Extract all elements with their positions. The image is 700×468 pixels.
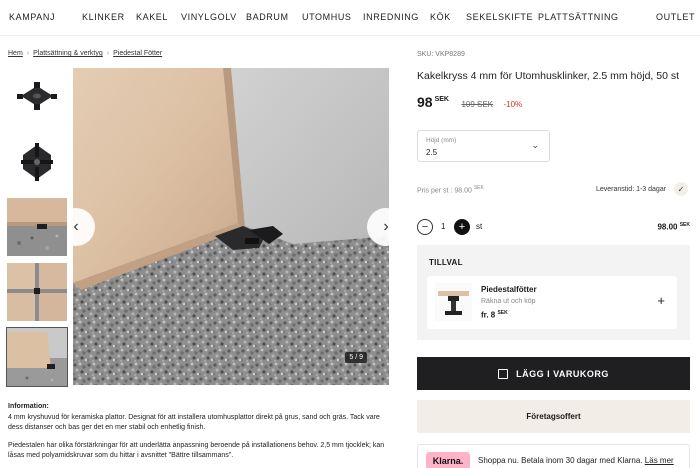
line-total-value: 98.00	[657, 222, 678, 232]
klarna-read-more-link[interactable]: Läs mer	[645, 456, 674, 465]
top-navigation: KAMPANJ KLINKER KAKEL VINYLGOLV BADRUM U…	[0, 0, 700, 36]
chevron-right-icon: ›	[26, 50, 30, 57]
plus-icon[interactable]: +	[657, 293, 665, 308]
minus-icon: −	[421, 220, 429, 233]
height-select[interactable]: Höjd (mm) 2.5 ⌄	[417, 130, 550, 162]
delivery-time: Leveranstid: 1-3 dagar	[596, 186, 667, 193]
height-select-value: 2.5	[426, 148, 438, 157]
thumbnail-3[interactable]	[7, 198, 67, 256]
add-to-cart-button[interactable]: LÄGG I VARUKORG	[417, 357, 690, 390]
thumbnail-4[interactable]	[7, 263, 67, 321]
breadcrumb-home[interactable]: Hem	[8, 50, 23, 57]
price-per-unit-currency: SEK	[473, 185, 484, 191]
image-counter: 5 / 9	[345, 352, 367, 363]
price-currency: SEK	[434, 96, 449, 103]
business-quote-label: Företagsoffert	[526, 412, 581, 421]
addon-price: fr. 8 SEK	[481, 310, 508, 320]
current-price: 98	[417, 94, 433, 110]
description-paragraph-1: 4 mm kryshuvud för keramiska plattor. De…	[8, 414, 380, 431]
description-paragraph-2: Piedestalen har olika förstärkningar för…	[8, 442, 385, 459]
nav-item-inredning[interactable]: INREDNING	[363, 12, 419, 22]
thumbnail-list	[6, 68, 68, 393]
addon-price-currency: SEK	[497, 310, 508, 316]
discount-badge: -10%	[503, 100, 523, 109]
product-sku: SKU: VKP8289	[417, 51, 465, 58]
quantity-value[interactable]: 1	[441, 222, 445, 231]
business-quote-button[interactable]: Företagsoffert	[417, 400, 690, 433]
nav-item-sekelskifte[interactable]: SEKELSKIFTE	[466, 12, 533, 22]
chevron-right-icon: ›	[106, 50, 110, 57]
nav-item-kakel[interactable]: KAKEL	[136, 12, 168, 22]
price-row: 98 SEK 109 SEK -10%	[417, 94, 522, 112]
nav-item-kampanj[interactable]: KAMPANJ	[9, 12, 55, 22]
check-icon: ✓	[674, 182, 688, 196]
nav-item-vinylgolv[interactable]: VINYLGOLV	[181, 12, 237, 22]
height-select-label: Höjd (mm)	[426, 137, 457, 144]
old-price: 109 SEK	[461, 100, 494, 109]
plus-icon: +	[458, 220, 466, 233]
thumbnail-2[interactable]	[7, 133, 67, 191]
chevron-right-icon: ›	[383, 218, 389, 235]
thumbnail-1[interactable]	[7, 68, 67, 126]
price-per-unit: Pris per st : 98.00 SEK	[417, 185, 484, 194]
addon-card[interactable]: Piedestalfötter Räkna ut och köp fr. 8 S…	[427, 276, 677, 329]
quantity-increase-button[interactable]: +	[454, 219, 470, 235]
addon-image	[435, 283, 472, 321]
klarna-banner: Klarna. Shoppa nu. Betala inom 30 dagar …	[417, 444, 690, 468]
nav-item-outlet[interactable]: OUTLET	[656, 12, 695, 22]
addon-name: Piedestalfötter	[481, 285, 537, 294]
addons-panel: TILLVAL Piedestalfötter Räkna ut och köp…	[417, 245, 690, 340]
product-description: Information: 4 mm kryshuvud för keramisk…	[8, 402, 393, 468]
nav-item-badrum[interactable]: BADRUM	[246, 12, 289, 22]
main-product-image: ‹ › 5 / 9	[73, 68, 389, 385]
klarna-text: Shoppa nu. Betala inom 30 dagar med Klar…	[478, 456, 674, 465]
price-per-unit-value: 98.00	[454, 187, 472, 195]
thumbnail-5[interactable]	[6, 327, 68, 387]
klarna-logo: Klarna.	[426, 452, 470, 468]
line-total: 98.00 SEK	[657, 222, 690, 232]
product-title: Kakelkryss 4 mm för Utomhusklinker, 2.5 …	[417, 70, 680, 82]
breadcrumb: Hem › Plattsättning & verktyg › Piedestal Fö…	[8, 50, 162, 57]
addon-subtitle: Räkna ut och köp	[481, 298, 536, 305]
addons-heading: TILLVAL	[429, 258, 463, 267]
description-heading: Information:	[8, 403, 49, 410]
chevron-left-icon: ‹	[73, 218, 79, 235]
price-per-unit-label: Pris per st :	[417, 187, 453, 195]
breadcrumb-current[interactable]: Piedestal Fötter	[113, 50, 162, 57]
quantity-decrease-button[interactable]: −	[417, 219, 433, 235]
line-total-currency: SEK	[679, 222, 690, 228]
add-to-cart-label: LÄGG I VARUKORG	[516, 368, 609, 379]
bag-icon	[498, 368, 509, 379]
nav-item-kok[interactable]: KÖK	[430, 12, 451, 22]
klarna-message: Shoppa nu. Betala inom 30 dagar med Klar…	[478, 456, 643, 465]
quantity-unit: st	[476, 222, 483, 231]
addon-price-value: fr. 8	[481, 310, 496, 320]
chevron-down-icon: ⌄	[531, 140, 539, 150]
nav-item-klinker[interactable]: KLINKER	[82, 12, 125, 22]
nav-item-plattsattning[interactable]: PLATTSÄTTNING	[538, 12, 619, 22]
nav-item-utomhus[interactable]: UTOMHUS	[302, 12, 352, 22]
breadcrumb-category[interactable]: Plattsättning & verktyg	[33, 50, 103, 57]
